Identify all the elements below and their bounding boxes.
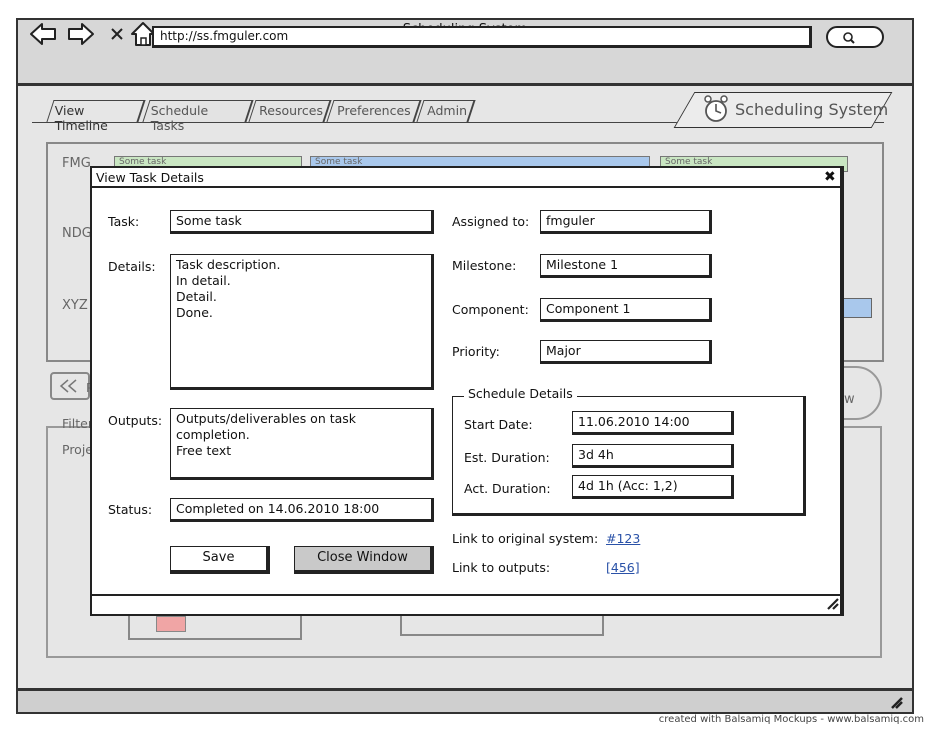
resize-grip-icon[interactable]	[826, 598, 840, 613]
outputs-link[interactable]: [456]	[606, 560, 640, 575]
assigned-label: Assigned to:	[452, 214, 530, 229]
task-label: Task:	[108, 214, 140, 229]
status-field[interactable]: Completed on 14.06.2010 18:00	[170, 498, 434, 522]
dialog-footer	[92, 594, 840, 614]
outputs-label: Outputs:	[108, 413, 163, 428]
url-input[interactable]: http://ss.fmguler.com	[152, 26, 812, 48]
details-textarea[interactable]: Task description. In detail. Detail. Don…	[170, 254, 434, 390]
original-link-label: Link to original system:	[452, 531, 599, 546]
dialog-titlebar	[92, 168, 840, 188]
task-field[interactable]: Some task	[170, 210, 434, 234]
outputs-textarea[interactable]: Outputs/deliverables on task completion.…	[170, 408, 434, 480]
forward-arrow-icon[interactable]	[66, 19, 96, 49]
milestone-field[interactable]: Milestone 1	[540, 254, 712, 278]
dialog-title: View Task Details	[96, 170, 204, 185]
timeline-task-bar[interactable]	[842, 298, 872, 318]
alarm-clock-icon	[702, 94, 730, 128]
start-date-label: Start Date:	[464, 417, 533, 432]
outputs-link-label: Link to outputs:	[452, 560, 551, 575]
status-label: Status:	[108, 502, 153, 517]
act-duration-label: Act. Duration:	[464, 481, 551, 496]
filter-label: Filter	[62, 416, 93, 431]
back-arrow-icon[interactable]	[28, 19, 58, 49]
component-field[interactable]: Component 1	[540, 298, 712, 322]
credit-text: created with Balsamiq Mockups - www.bals…	[658, 714, 924, 725]
est-duration-field[interactable]: 3d 4h	[572, 444, 734, 468]
close-window-button[interactable]: Close Window	[294, 546, 434, 574]
project-label: Proje	[62, 442, 93, 457]
est-duration-label: Est. Duration:	[464, 450, 550, 465]
list-box[interactable]	[400, 614, 604, 636]
browser-status-bar	[16, 688, 914, 714]
schedule-details-legend: Schedule Details	[464, 386, 577, 401]
save-button[interactable]: Save	[170, 546, 270, 574]
list-box[interactable]	[128, 614, 302, 640]
timeline-row-label: XYZ	[62, 298, 88, 313]
tab-resources[interactable]: Resources	[248, 100, 332, 122]
tab-admin[interactable]: Admin	[416, 100, 476, 122]
act-duration-field[interactable]: 4d 1h (Acc: 1,2)	[572, 475, 734, 499]
rewind-button[interactable]	[50, 372, 90, 400]
rewind-icon	[59, 379, 77, 393]
timeline-row-label: NDG	[62, 226, 92, 241]
app-logo-text: Scheduling System	[735, 100, 889, 119]
search-field[interactable]	[826, 26, 884, 48]
timeline-row-label: FMG	[62, 156, 91, 171]
start-date-field[interactable]: 11.06.2010 14:00	[572, 411, 734, 435]
close-icon[interactable]: ✖	[824, 169, 836, 185]
original-system-link[interactable]: #123	[606, 531, 640, 546]
tab-schedule-tasks[interactable]: Schedule Tasks	[142, 100, 254, 133]
milestone-label: Milestone:	[452, 258, 517, 273]
priority-label: Priority:	[452, 344, 500, 359]
assigned-field[interactable]: fmguler	[540, 210, 712, 234]
color-chip	[156, 616, 186, 632]
details-label: Details:	[108, 259, 156, 274]
component-label: Component:	[452, 302, 529, 317]
resize-grip-icon[interactable]	[888, 694, 904, 710]
search-icon	[843, 32, 855, 44]
priority-field[interactable]: Major	[540, 340, 712, 364]
tab-view-timeline[interactable]: View Timeline	[46, 100, 146, 133]
tab-preferences[interactable]: Preferences	[326, 100, 422, 122]
